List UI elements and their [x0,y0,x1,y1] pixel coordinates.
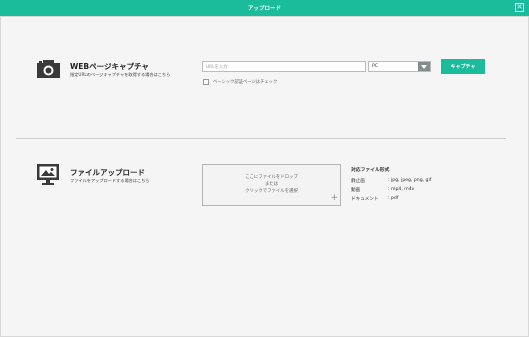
format-value-video: : mp4, m4v [388,187,415,192]
select-arrow[interactable] [418,62,430,71]
basic-auth-checkbox[interactable] [203,79,209,85]
dropzone-line-or: または [264,182,279,187]
dropzone-line-drop: ここにファイルをドロップ [245,175,298,180]
format-label-image: 静止画 [351,179,365,184]
plus-icon[interactable]: + [330,194,338,203]
url-input[interactable]: URLを入力 [202,61,366,72]
device-select[interactable]: PC [368,61,431,72]
url-input-placeholder: URLを入力 [206,64,228,70]
web-capture-subtitle: 指定URLのページキャプチャを取得する場合はこちら [70,72,171,77]
file-upload-subtitle: ファイルをアップロードする場合はこちら [70,178,150,183]
close-icon: ✕ [516,3,523,11]
device-select-value: PC [372,64,378,69]
format-label-document: ドキュメント [351,197,379,202]
dropzone-line-select: クリックでファイルを選択 [245,189,298,194]
modal-title: アップロード [247,6,281,12]
web-capture-title: WEBページキャプチャ [70,62,149,71]
chevron-down-icon [421,64,427,69]
file-upload-title: ファイルアップロード [70,168,145,177]
format-label-video: 動画 [351,188,361,193]
basic-auth-label[interactable]: ベーシック認証ページはチェック [213,79,277,85]
modal-header: アップロード ✕ [0,0,529,16]
format-value-document: : pdf [388,196,399,201]
basic-auth-option: ベーシック認証ページはチェック [203,79,277,85]
close-button[interactable]: ✕ [515,3,524,12]
section-divider [16,138,506,139]
format-value-image: : jpg, jpeg, png, gif [388,178,432,183]
capture-button[interactable]: キャプチャ [441,59,485,74]
supported-formats-title: 対応ファイル形式 [351,168,390,173]
monitor-image-icon [37,164,59,185]
file-dropzone[interactable]: ここにファイルをドロップ または クリックでファイルを選択 + [202,164,341,206]
camera-icon [37,60,60,78]
